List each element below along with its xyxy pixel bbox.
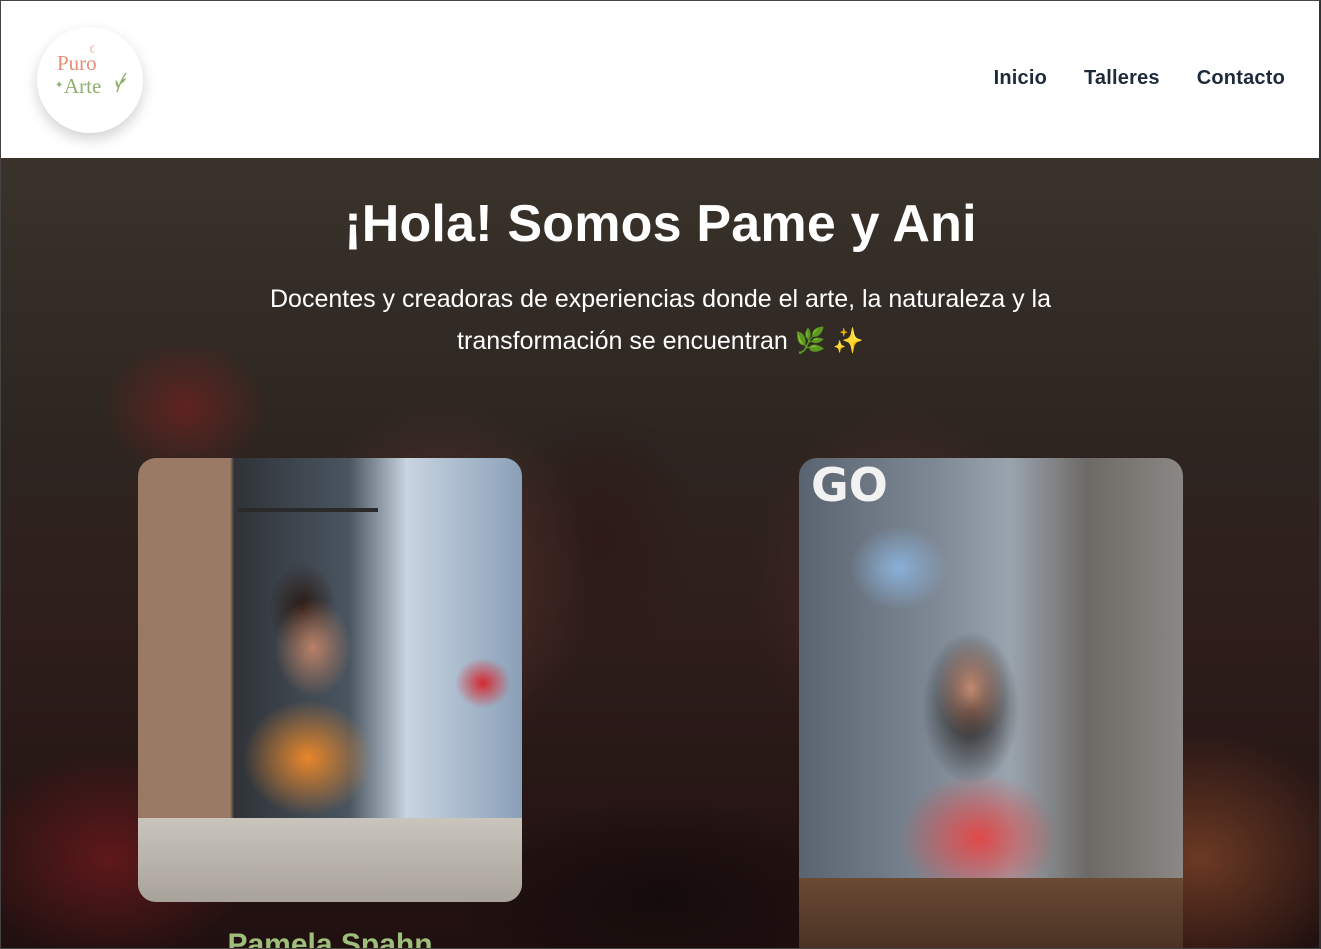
team-photo-ani: GO [799,458,1183,949]
sparkle-icon: ✦ [55,80,64,91]
hero-title: ¡Hola! Somos Pame y Ani [344,195,977,253]
photo-shelf [238,508,378,512]
hero-subtitle: Docentes y creadoras de experiencias don… [269,285,1052,355]
team-photo-pamela [138,458,522,902]
photo-table [138,818,522,902]
leaf-icon [115,72,127,93]
hero-section: ¡Hola! Somos Pame y Ani Docentes y cread… [0,158,1321,949]
logo[interactable]: ☾ Puro ✦ Arte [37,27,143,133]
nav-link-contacto[interactable]: Contacto [1197,67,1285,90]
logo-text-line2: Arte [64,74,102,98]
photo-sign-text: GO [811,458,888,512]
main-nav: Inicio Talleres Contacto [994,67,1285,90]
photo-table [799,878,1183,949]
nav-link-talleres[interactable]: Talleres [1084,67,1160,90]
nav-link-inicio[interactable]: Inicio [994,67,1047,90]
site-header: ☾ Puro ✦ Arte Inicio Talleres Contacto [0,0,1321,158]
logo-text-line1: Puro [57,51,97,75]
team-member-name: Pamela Spahn [227,928,433,949]
